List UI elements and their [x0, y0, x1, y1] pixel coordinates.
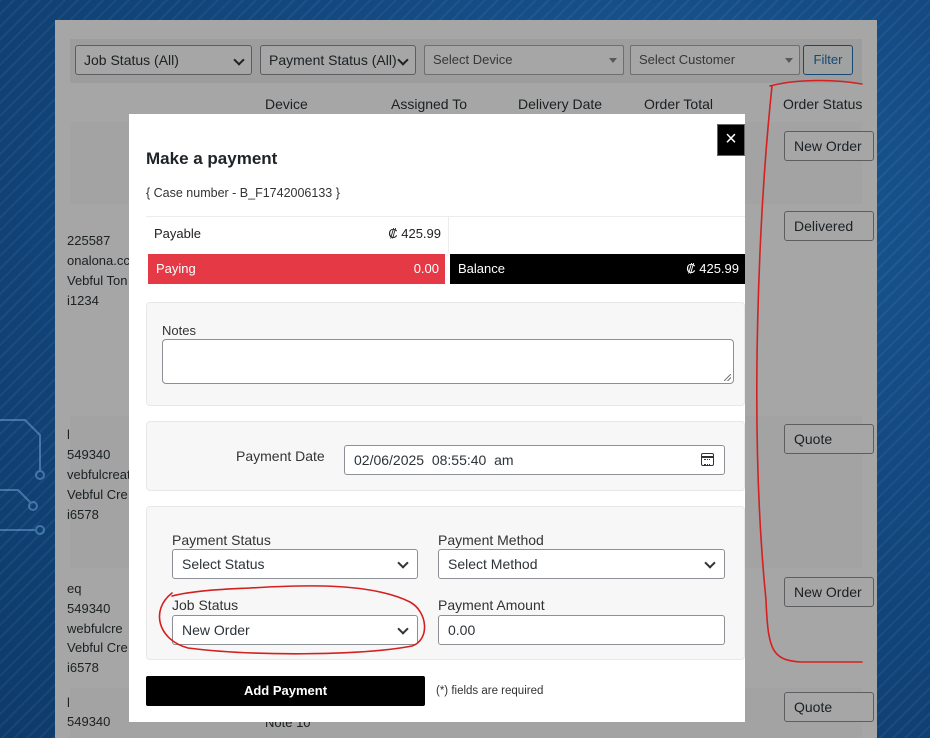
notes-label: Notes [162, 323, 196, 338]
payment-status-label: Payment Status [172, 532, 271, 548]
notes-section: Notes [146, 302, 745, 406]
case-number: { Case number - B_F1742006133 } [146, 186, 340, 200]
payment-date-value: 02/06/2025 08:55:40 am [354, 452, 514, 468]
balance-value: ₡ 425.99 [686, 261, 739, 276]
payment-modal: × Make a payment { Case number - B_F1742… [129, 114, 745, 722]
add-payment-button[interactable]: Add Payment [146, 676, 425, 706]
payment-date-section: Payment Date 02/06/2025 08:55:40 am [146, 421, 745, 491]
close-icon: × [725, 128, 737, 150]
resize-handle-icon[interactable] [724, 374, 731, 381]
balance-label: Balance [458, 261, 505, 276]
payment-status-value: Select Status [182, 556, 265, 572]
payable-value: ₡ 425.99 [388, 226, 441, 241]
chevron-down-icon [704, 557, 716, 569]
payment-summary: Payable ₡ 425.99 Paying 0.00 Balance ₡ 4… [146, 216, 745, 286]
required-fields-note: (*) fields are required [436, 685, 544, 697]
job-status-value: New Order [182, 622, 250, 638]
payment-date-input[interactable]: 02/06/2025 08:55:40 am [344, 445, 725, 475]
chevron-down-icon [397, 623, 409, 635]
payment-status-select[interactable]: Select Status [172, 549, 418, 579]
payable-label: Payable [154, 226, 201, 241]
balance-row: Balance ₡ 425.99 [450, 254, 745, 284]
payment-date-label: Payment Date [236, 448, 325, 464]
calendar-icon[interactable] [701, 453, 714, 466]
payable-row: Payable ₡ 425.99 [146, 219, 447, 249]
job-status-select[interactable]: New Order [172, 615, 418, 645]
payment-method-value: Select Method [448, 556, 538, 572]
payment-amount-value: 0.00 [448, 622, 476, 638]
payment-details-section: Payment Status Select Status Payment Met… [146, 506, 745, 660]
payment-method-label: Payment Method [438, 532, 544, 548]
summary-divider [448, 217, 449, 253]
paying-value: 0.00 [413, 261, 439, 276]
paying-label: Paying [156, 261, 196, 276]
job-status-label: Job Status [172, 597, 239, 613]
paying-row: Paying 0.00 [148, 254, 445, 284]
payment-method-select[interactable]: Select Method [438, 549, 725, 579]
close-button[interactable]: × [717, 124, 745, 156]
circuit-decoration [0, 419, 45, 535]
payment-amount-label: Payment Amount [438, 597, 545, 613]
notes-textarea[interactable] [162, 339, 734, 384]
chevron-down-icon [397, 557, 409, 569]
modal-title: Make a payment [146, 149, 278, 168]
payment-amount-input[interactable]: 0.00 [438, 615, 725, 645]
